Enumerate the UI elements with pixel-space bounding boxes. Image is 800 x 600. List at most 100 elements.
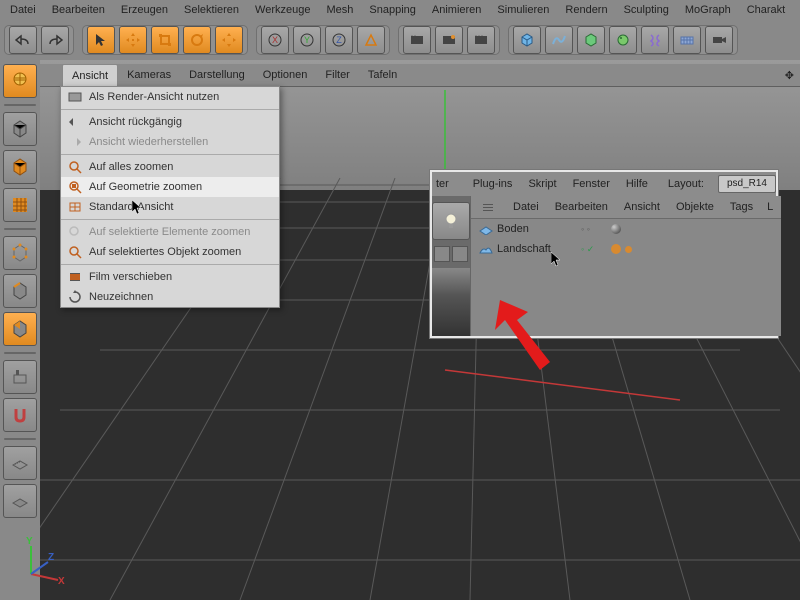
view-tafeln-tab[interactable]: Tafeln [359,64,406,86]
polygon-mode-button[interactable] [3,312,37,346]
overlay-menu-hilfe[interactable]: Hilfe [618,178,656,190]
object-manager-tabs: Datei Bearbeiten Ansicht Objekte Tags L [471,196,781,219]
light-icon[interactable] [432,202,470,240]
menu-mograph[interactable]: MoGraph [677,0,739,20]
separator [61,109,279,110]
zoom-selected-elements-icon [67,224,83,240]
select-tool[interactable] [87,26,115,54]
menu-charakter[interactable]: Charakt [739,0,794,20]
menu-auf-geometrie-zoomen[interactable]: Auf Geometrie zoomen [61,177,279,197]
locked-workplane-button[interactable] [3,484,37,518]
x-lock-button[interactable]: X [261,26,289,54]
visibility-dots-column[interactable]: ◦ ◦ ◦ ✓ [581,219,594,259]
scale-tool[interactable] [151,26,179,54]
view-optionen-tab[interactable]: Optionen [254,64,317,86]
material-tag-icon[interactable] [611,224,621,234]
view-darstellung-tab[interactable]: Darstellung [180,64,254,86]
snap-button[interactable] [3,398,37,432]
undo-icon [67,114,83,130]
cursor-icon [132,200,144,216]
render-group [398,25,500,55]
om-tab-ansicht[interactable]: Ansicht [616,201,668,213]
overlay-menu-fenster[interactable]: Fenster [565,178,618,190]
phong-tag-icon[interactable] [611,244,621,254]
menu-ansicht-rueckgaengig[interactable]: Ansicht rückgängig [61,112,279,132]
tree-item-label: Boden [497,223,529,235]
menu-werkzeuge[interactable]: Werkzeuge [247,0,318,20]
texture-mode-button[interactable] [3,188,37,222]
view-filter-tab[interactable]: Filter [316,64,358,86]
menu-auf-selektiertes-objekt[interactable]: Auf selektiertes Objekt zoomen [61,242,279,262]
menu-auf-alles-zoomen[interactable]: Auf alles zoomen [61,157,279,177]
view-ansicht-tab[interactable]: Ansicht [62,64,118,87]
overlay-menu-plugins[interactable]: Plug-ins [465,178,521,190]
render-view-button[interactable] [403,26,431,54]
svg-text:Y: Y [26,536,33,547]
undo-button[interactable] [9,26,37,54]
film-move-icon [67,269,83,285]
om-tab-bearbeiten[interactable]: Bearbeiten [547,201,616,213]
rotate-tool[interactable] [183,26,211,54]
render-preview-thumb [432,268,470,336]
render-settings-button[interactable] [467,26,495,54]
menu-snapping[interactable]: Snapping [361,0,424,20]
render-ansicht-icon [67,89,83,105]
environment-button[interactable] [673,26,701,54]
workplane-button[interactable] [3,446,37,480]
object-mode-button[interactable] [3,150,37,184]
deformer-button[interactable] [641,26,669,54]
om-tab-objekte[interactable]: Objekte [668,201,722,213]
tweak-mode-button[interactable] [3,360,37,394]
overlay-menu-skript[interactable]: Skript [520,178,564,190]
viewport-menu-bar: Ansicht Kameras Darstellung Optionen Fil… [40,64,800,87]
om-tab-tags[interactable]: Tags [722,201,761,213]
grip-icon[interactable] [475,196,501,218]
undo-redo-group [4,25,74,55]
menu-standard-ansicht[interactable]: Standard-Ansicht [61,197,279,217]
menu-mesh[interactable]: Mesh [318,0,361,20]
menu-sculpting[interactable]: Sculpting [616,0,677,20]
menu-simulieren[interactable]: Simulieren [489,0,557,20]
modeling-button[interactable] [609,26,637,54]
om-tab-right[interactable]: L [761,201,781,213]
om-tab-datei[interactable]: Datei [505,201,547,213]
edge-mode-button[interactable] [3,274,37,308]
move-tool[interactable] [119,26,147,54]
cube-primitive-button[interactable] [513,26,541,54]
model-mode-button[interactable] [3,112,37,146]
point-mode-button[interactable] [3,236,37,270]
redo-button[interactable] [41,26,69,54]
camera-button[interactable] [705,26,733,54]
menu-neuzeichnen[interactable]: Neuzeichnen [61,287,279,307]
menu-animieren[interactable]: Animieren [424,0,490,20]
phong-tag-icon[interactable] [625,246,632,253]
view-kameras-tab[interactable]: Kameras [118,64,180,86]
z-lock-button[interactable]: Z [325,26,353,54]
nurbs-button[interactable] [577,26,605,54]
overlay-side-thumb [432,196,471,336]
menu-render-ansicht[interactable]: Als Render-Ansicht nutzen [61,87,279,107]
render-pv-button[interactable] [435,26,463,54]
default-view-icon [67,199,83,215]
make-editable-button[interactable] [3,64,37,98]
menu-datei[interactable]: Datei [2,0,44,20]
tag-column[interactable] [611,219,632,259]
y-lock-button[interactable]: Y [293,26,321,54]
menu-bearbeiten[interactable]: Bearbeiten [44,0,113,20]
mini-frame-icon[interactable] [434,246,450,262]
viewport-nav-icon[interactable]: ✥ [785,69,794,82]
menu-auf-selektierte-elemente: Auf selektierte Elemente zoomen [61,222,279,242]
menu-selektieren[interactable]: Selektieren [176,0,247,20]
overlay-top-bar: ter Plug-ins Skript Fenster Hilfe Layout… [432,172,776,196]
svg-text:X: X [58,576,65,584]
svg-text:Z: Z [48,552,54,563]
menu-rendern[interactable]: Rendern [557,0,615,20]
spline-primitive-button[interactable] [545,26,573,54]
menu-erzeugen[interactable]: Erzeugen [113,0,176,20]
layout-dropdown[interactable]: psd_R14 [718,175,776,193]
recent-tool[interactable] [215,26,243,54]
menu-film-verschieben[interactable]: Film verschieben [61,267,279,287]
truncated-menu-left: ter [432,178,457,190]
coord-system-button[interactable] [357,26,385,54]
mini-pin-icon[interactable] [452,246,468,262]
